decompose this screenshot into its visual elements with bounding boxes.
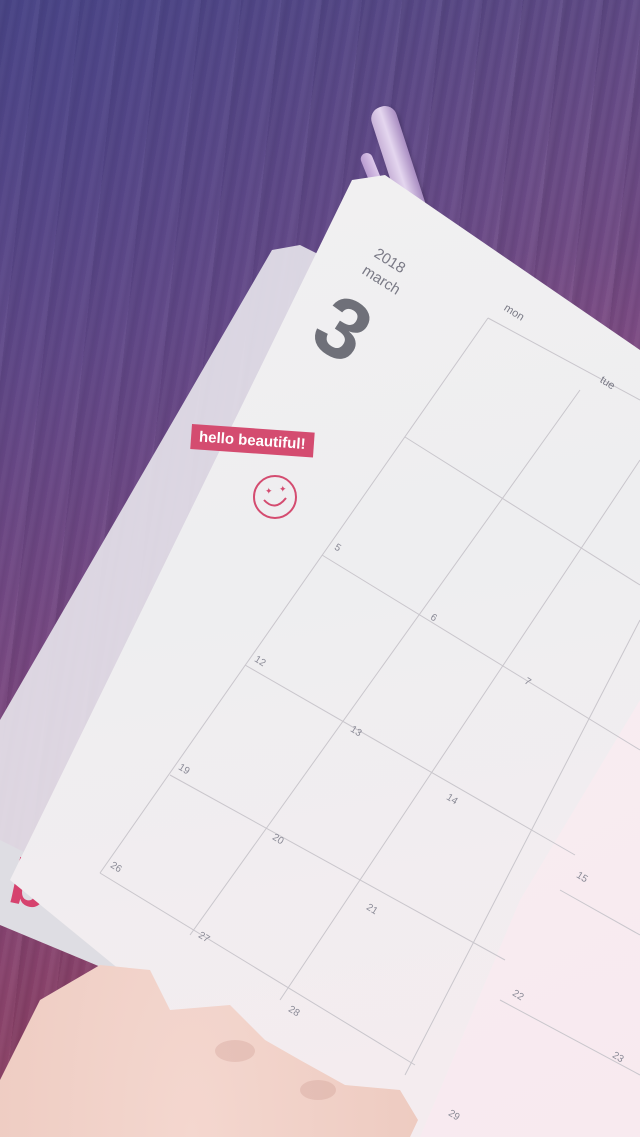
photo-scene: bo 2018 march 3 mon tue hello beautiful!… (0, 0, 640, 1137)
svg-text:✦: ✦ (265, 487, 273, 497)
hand-knuckle (215, 1040, 255, 1062)
hand-knuckle (300, 1080, 336, 1100)
smiley-icon: ✦ ✦ (253, 475, 297, 519)
calendar-grid (99, 317, 640, 1076)
svg-text:✦: ✦ (279, 485, 287, 495)
